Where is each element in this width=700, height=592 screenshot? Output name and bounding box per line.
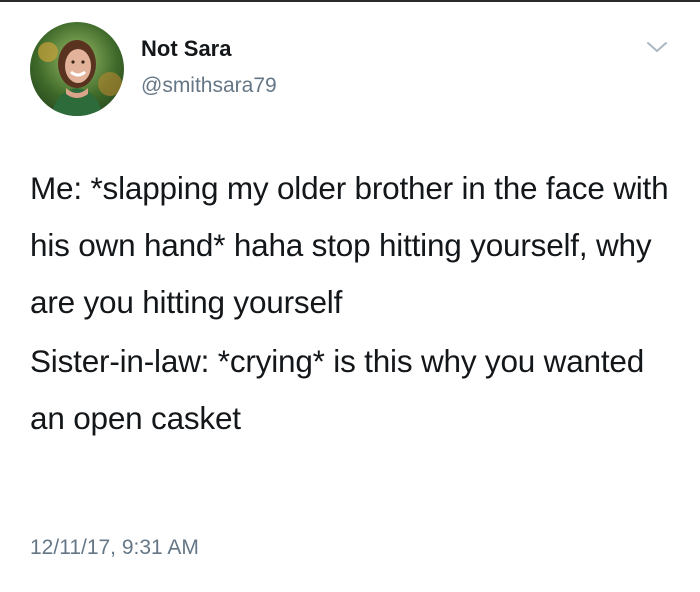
tweet-text: Me: *slapping my older brother in the fa… bbox=[30, 160, 680, 447]
tweet-paragraph: Sister-in-law: *crying* is this why you … bbox=[30, 343, 645, 436]
chevron-down-icon bbox=[647, 42, 667, 52]
tweet-menu-button[interactable] bbox=[644, 38, 670, 56]
user-handle[interactable]: @smithsara79 bbox=[141, 74, 277, 98]
avatar[interactable] bbox=[30, 22, 124, 116]
profile-photo-icon bbox=[30, 22, 124, 116]
tweet-paragraph: Me: *slapping my older brother in the fa… bbox=[30, 170, 669, 320]
display-name[interactable]: Not Sara bbox=[141, 36, 231, 62]
tweet-timestamp[interactable]: 12/11/17, 9:31 AM bbox=[30, 536, 199, 560]
top-divider bbox=[0, 0, 700, 2]
